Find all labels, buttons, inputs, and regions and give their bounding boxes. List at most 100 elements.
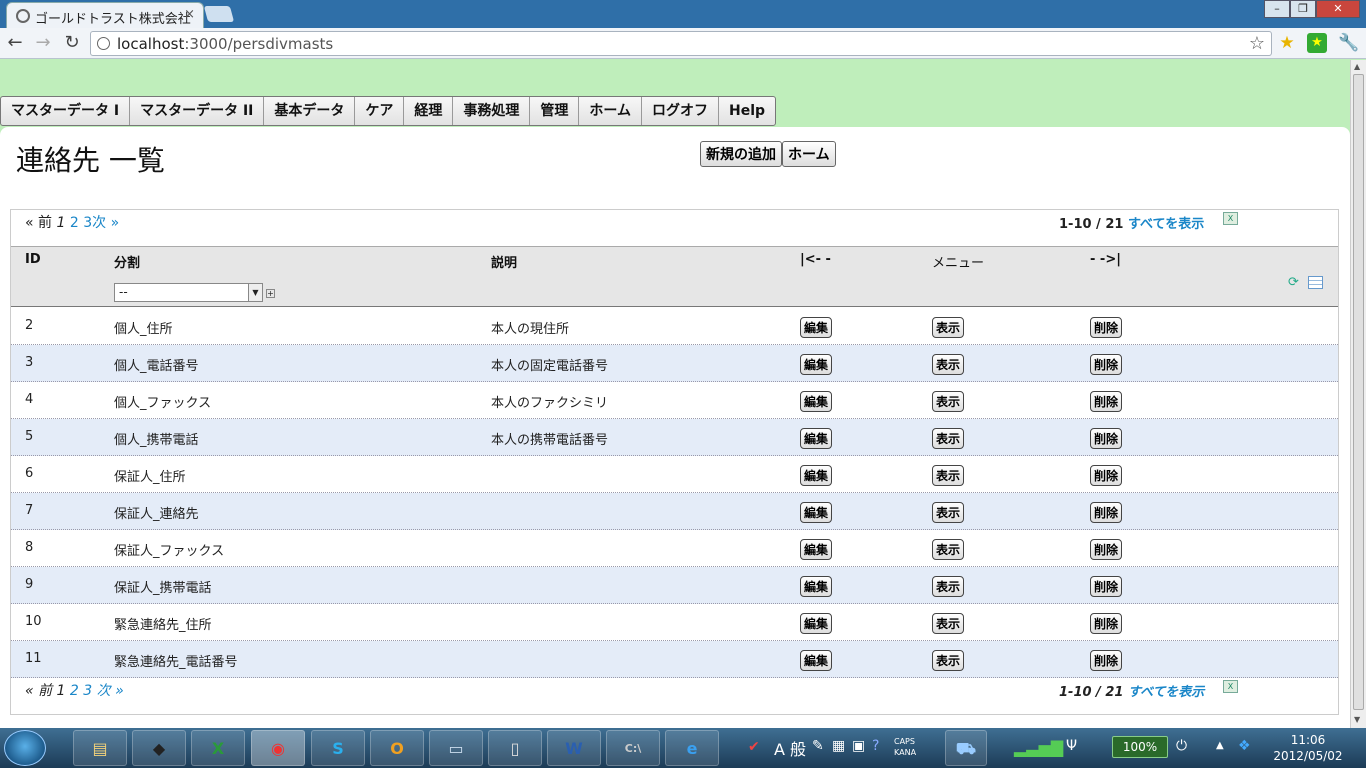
chrome-icon[interactable]: ◉ — [251, 730, 305, 766]
col-description[interactable]: 説明 — [491, 252, 517, 271]
scroll-up-icon[interactable]: ▲ — [1354, 62, 1360, 71]
menu-basic-data[interactable]: 基本データ — [264, 97, 356, 125]
col-nav-left[interactable]: |<- - — [800, 252, 831, 267]
address-bar[interactable]: localhost:3000/persdivmasts ☆ — [90, 31, 1272, 56]
ime-mode[interactable]: A 般 — [774, 736, 806, 760]
edit-button[interactable]: 編集 — [800, 428, 833, 449]
delete-button[interactable]: 削除 — [1090, 650, 1123, 671]
menu-logoff[interactable]: ログオフ — [642, 97, 719, 125]
show-button[interactable]: 表示 — [932, 465, 965, 486]
command-prompt-icon[interactable]: C:\ — [606, 730, 660, 766]
edit-button[interactable]: 編集 — [800, 539, 833, 560]
col-division[interactable]: 分割 — [114, 252, 140, 271]
columns-icon[interactable] — [1308, 276, 1323, 289]
browser-tab[interactable]: ゴールドトラスト株式会社 × — [6, 2, 204, 28]
menu-accounting[interactable]: 経理 — [404, 97, 454, 125]
wrench-icon[interactable]: 🔧 — [1338, 33, 1359, 53]
star-extension-icon[interactable]: ★ — [1277, 33, 1297, 53]
edit-button[interactable]: 編集 — [800, 391, 833, 412]
pager-page-3[interactable]: 3 — [83, 683, 92, 699]
dropbox-icon[interactable]: ❖ — [1238, 738, 1251, 758]
explorer-icon[interactable]: ▤ — [73, 730, 127, 766]
word-icon[interactable]: W — [547, 730, 601, 766]
col-id[interactable]: ID — [25, 252, 41, 267]
remote-desktop-icon[interactable]: ▭ — [429, 730, 483, 766]
edit-button[interactable]: 編集 — [800, 502, 833, 523]
show-button[interactable]: 表示 — [932, 317, 965, 338]
edit-button[interactable]: 編集 — [800, 650, 833, 671]
antivirus-icon[interactable]: ✔ — [748, 739, 760, 755]
menu-office[interactable]: 事務処理 — [453, 97, 531, 125]
pager-next[interactable]: 次 » — [97, 683, 124, 699]
antenna-icon[interactable]: Ψ — [1066, 738, 1077, 754]
delete-button[interactable]: 削除 — [1090, 465, 1123, 486]
show-button[interactable]: 表示 — [932, 576, 965, 597]
signal-strength-icon[interactable]: ▂▃▅▇ — [1014, 738, 1063, 757]
bookmark-star-icon[interactable]: ☆ — [1249, 33, 1265, 54]
laptop-icon[interactable]: ◆ — [132, 730, 186, 766]
col-nav-right[interactable]: - ->| — [1090, 252, 1121, 267]
start-button[interactable] — [4, 730, 46, 766]
refresh-icon[interactable]: ⟳ — [1288, 275, 1303, 290]
minimize-icon[interactable]: – — [1264, 0, 1290, 18]
pager-page-2[interactable]: 2 — [70, 683, 79, 699]
excel-icon[interactable]: X — [191, 730, 245, 766]
menu-admin[interactable]: 管理 — [530, 97, 580, 125]
taskbar-clock[interactable]: 11:06 2012/05/02 — [1268, 732, 1348, 764]
delete-button[interactable]: 削除 — [1090, 539, 1123, 560]
show-all-link[interactable]: すべてを表示 — [1128, 217, 1204, 232]
scroll-down-icon[interactable]: ▼ — [1354, 715, 1360, 724]
show-button[interactable]: 表示 — [932, 502, 965, 523]
show-all-link[interactable]: すべてを表示 — [1128, 685, 1204, 700]
edit-button[interactable]: 編集 — [800, 613, 833, 634]
delete-button[interactable]: 削除 — [1090, 354, 1123, 375]
back-icon[interactable]: ← — [4, 32, 26, 54]
delete-button[interactable]: 削除 — [1090, 317, 1123, 338]
menu-home[interactable]: ホーム — [579, 97, 642, 125]
edit-button[interactable]: 編集 — [800, 465, 833, 486]
excel-export-icon[interactable]: X — [1223, 680, 1238, 693]
edit-button[interactable]: 編集 — [800, 317, 833, 338]
show-button[interactable]: 表示 — [932, 613, 965, 634]
show-button[interactable]: 表示 — [932, 354, 965, 375]
pager-page-2[interactable]: 2 — [70, 215, 79, 231]
show-button[interactable]: 表示 — [932, 391, 965, 412]
new-tab-button[interactable] — [203, 6, 235, 22]
ime-tools-icon[interactable]: ✎ — [812, 738, 824, 754]
delete-button[interactable]: 削除 — [1090, 391, 1123, 412]
delete-button[interactable]: 削除 — [1090, 613, 1123, 634]
home-button[interactable]: ホーム — [782, 141, 836, 167]
show-button[interactable]: 表示 — [932, 650, 965, 671]
menu-master-data-1[interactable]: マスターデータ I — [1, 97, 131, 125]
chevron-down-icon[interactable]: ▼ — [248, 283, 263, 302]
help-icon[interactable]: ? — [872, 738, 879, 754]
network-app-icon[interactable]: ⛟ — [945, 730, 987, 766]
battery-indicator[interactable]: 100% — [1112, 736, 1168, 758]
skype-icon[interactable]: S — [311, 730, 365, 766]
show-hidden-icons[interactable]: ▲ — [1216, 740, 1224, 756]
ime-dictionary-icon[interactable]: ▣ — [852, 738, 865, 754]
pager-next[interactable]: 次 » — [92, 215, 119, 231]
edit-button[interactable]: 編集 — [800, 576, 833, 597]
internet-explorer-icon[interactable]: e — [665, 730, 719, 766]
edit-button[interactable]: 編集 — [800, 354, 833, 375]
pager-page-3[interactable]: 3 — [83, 215, 92, 231]
delete-button[interactable]: 削除 — [1090, 428, 1123, 449]
excel-export-icon[interactable]: X — [1223, 212, 1238, 225]
outlook-icon[interactable]: O — [370, 730, 424, 766]
power-plug-icon[interactable]: ⏻ — [1176, 738, 1187, 758]
forward-icon[interactable]: → — [32, 32, 54, 54]
vertical-scrollbar[interactable]: ▲ ▼ — [1350, 60, 1366, 728]
delete-button[interactable]: 削除 — [1090, 576, 1123, 597]
menu-help[interactable]: Help — [719, 97, 775, 125]
show-button[interactable]: 表示 — [932, 428, 965, 449]
show-button[interactable]: 表示 — [932, 539, 965, 560]
close-icon[interactable]: × — [184, 7, 195, 22]
menu-master-data-2[interactable]: マスターデータ II — [130, 97, 265, 125]
division-filter-select[interactable]: -- ▼ — [114, 283, 263, 302]
document-icon[interactable]: ▯ — [488, 730, 542, 766]
window-close-icon[interactable]: ✕ — [1316, 0, 1360, 18]
add-new-button[interactable]: 新規の追加 — [700, 141, 782, 167]
ime-pad-icon[interactable]: ▦ — [832, 738, 845, 754]
menu-care[interactable]: ケア — [355, 97, 405, 125]
